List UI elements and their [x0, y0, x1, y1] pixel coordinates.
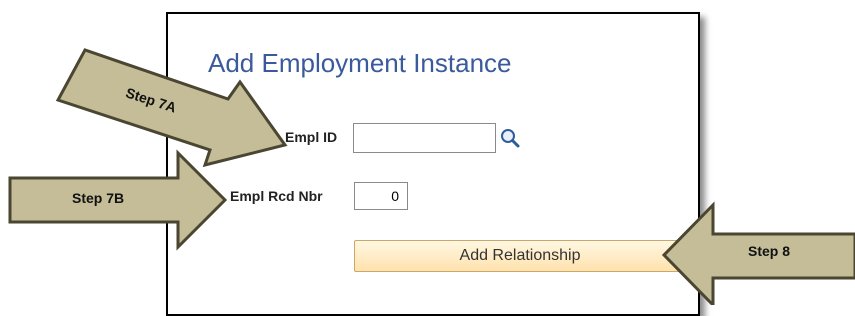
step-8-label: Step 8: [748, 243, 791, 259]
step-7b-label: Step 7B: [72, 190, 125, 206]
callout-arrows: [8, 48, 855, 305]
